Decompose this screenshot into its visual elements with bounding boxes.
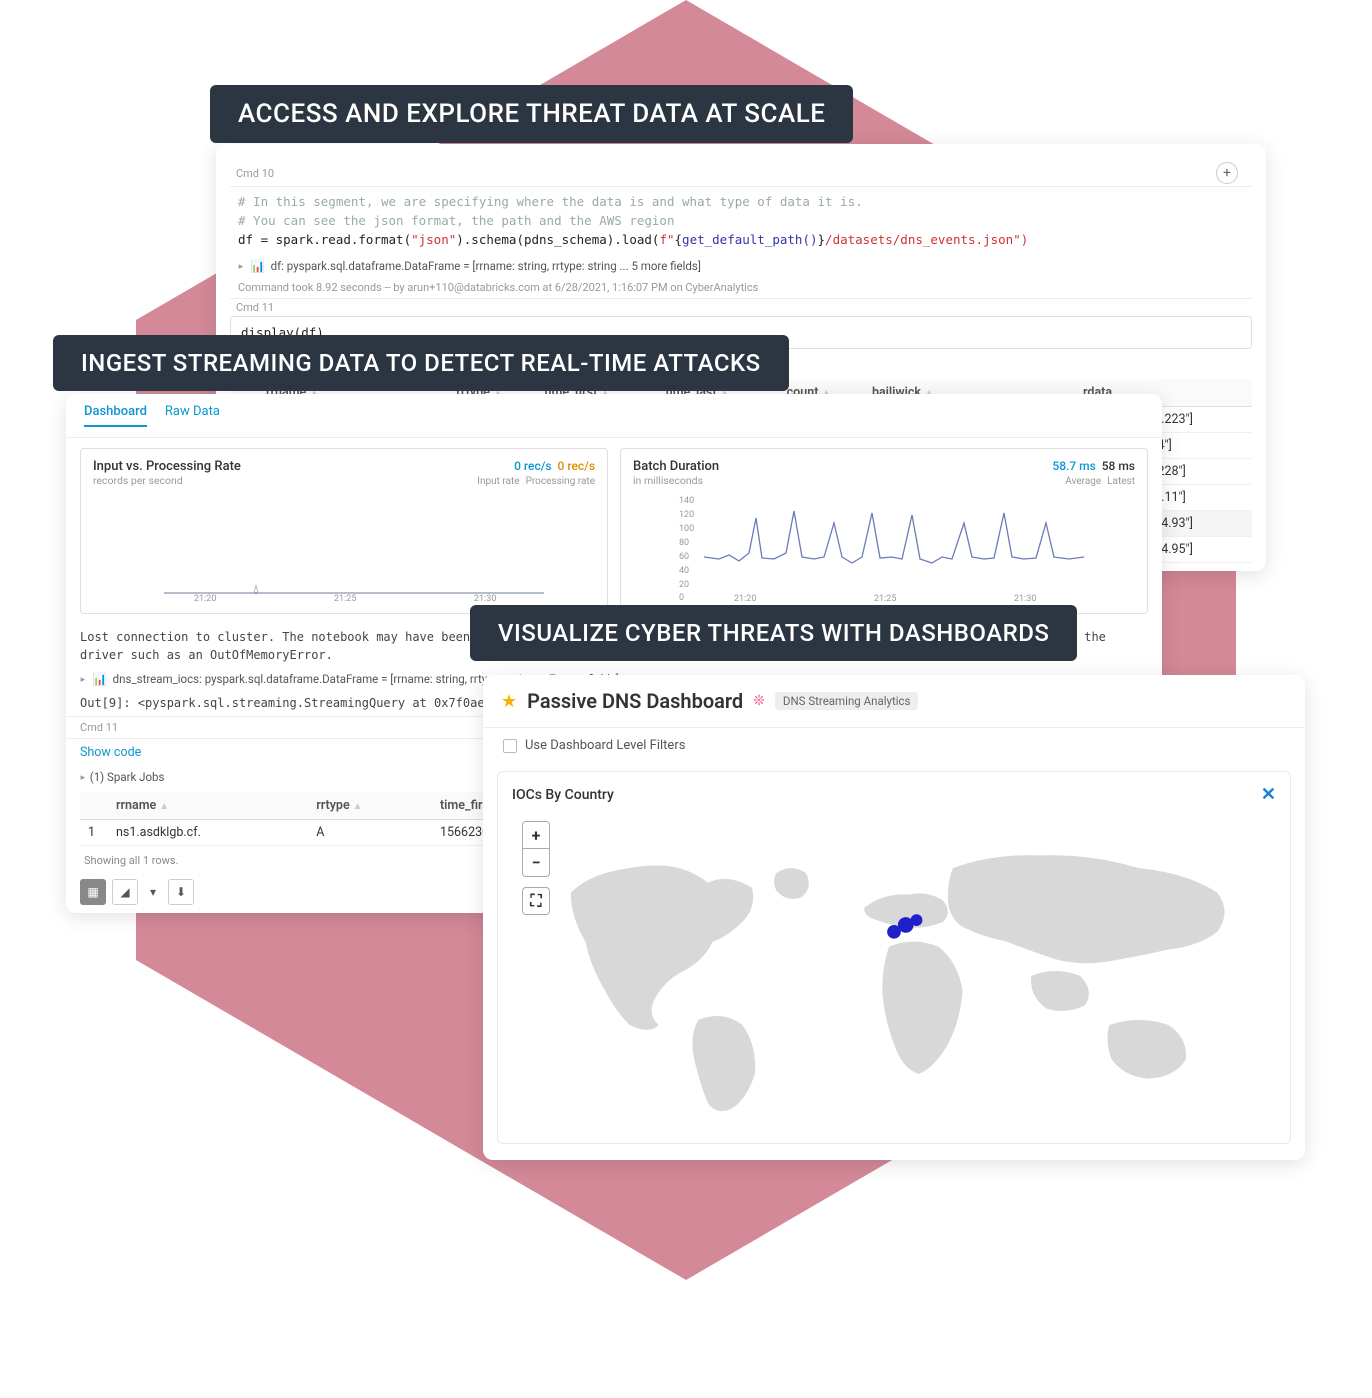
callout-visualize: VISUALIZE CYBER THREATS WITH DASHBOARDS	[470, 605, 1077, 661]
svg-text:60: 60	[679, 552, 689, 562]
df-output: df: pyspark.sql.dataframe.DataFrame = [r…	[271, 259, 701, 273]
svg-text:21:30: 21:30	[1014, 594, 1036, 603]
stat-label: Input rate	[477, 476, 519, 487]
col-rrtype[interactable]: rrtype	[316, 798, 349, 813]
stat-value: 58 ms	[1102, 459, 1135, 473]
map-title: IOCs By Country	[512, 787, 614, 803]
cmd-bar: Cmd 11	[230, 298, 1252, 316]
svg-text:21:25: 21:25	[334, 594, 356, 603]
svg-text:0: 0	[679, 593, 684, 603]
chart-title: Input vs. Processing Rate	[93, 459, 241, 474]
code-string: /datasets/dns_events.json	[825, 232, 1013, 247]
code-string: f"	[659, 232, 674, 247]
dashboard-title: Passive DNS Dashboard	[527, 689, 743, 713]
code-func: get_default_path()	[682, 232, 817, 247]
table-view-button[interactable]: ▦	[80, 879, 106, 905]
svg-text:21:30: 21:30	[474, 594, 496, 603]
tab-dashboard[interactable]: Dashboard	[84, 404, 147, 427]
chart-subtitle: records per second	[93, 474, 241, 487]
cmd-label: Cmd 11	[80, 721, 118, 734]
chart-title: Batch Duration	[633, 459, 719, 474]
chart-options-icon[interactable]: ▾	[144, 879, 162, 905]
svg-text:100: 100	[679, 524, 694, 534]
cmd-label: Cmd 11	[236, 301, 274, 314]
chart-subtitle: in milliseconds	[633, 474, 719, 487]
code-text: df = spark.read.format(	[238, 232, 411, 247]
code-text: ).schema(pdns_schema).load(	[456, 232, 659, 247]
svg-text:120: 120	[679, 510, 694, 520]
code-string: ")	[1013, 232, 1028, 247]
svg-text:80: 80	[679, 538, 689, 548]
code-text: {	[675, 232, 683, 247]
callout-explore: ACCESS AND EXPLORE THREAT DATA AT SCALE	[210, 85, 853, 143]
code-string: "json"	[411, 232, 456, 247]
chart-view-button[interactable]: ◢	[112, 879, 138, 905]
svg-text:21:25: 21:25	[874, 594, 896, 603]
code-text: }	[818, 232, 826, 247]
stat-value: 0 rec/s	[514, 459, 551, 473]
cmd-label: Cmd 10	[236, 167, 274, 180]
code-comment: # You can see the json format, the path …	[238, 213, 675, 228]
sort-icon[interactable]: ▲	[353, 801, 363, 812]
map-card: IOCs By Country ✕ + − ⛶	[497, 771, 1291, 1144]
stat-label: Latest	[1107, 476, 1135, 487]
stat-label: Processing rate	[526, 476, 595, 487]
zoom-in-button[interactable]: +	[522, 821, 550, 849]
chart-batch-duration: Batch Duration in milliseconds 58.7 ms 5…	[620, 448, 1148, 614]
filter-checkbox[interactable]	[503, 739, 517, 753]
svg-text:140: 140	[679, 496, 694, 506]
spark-jobs-link[interactable]: (1) Spark Jobs	[90, 770, 165, 784]
close-icon[interactable]: ✕	[1261, 784, 1276, 805]
add-cell-icon[interactable]: +	[1216, 162, 1238, 184]
download-button[interactable]: ⬇	[168, 879, 194, 905]
sort-icon[interactable]: ▲	[159, 801, 169, 812]
stat-label: Average	[1065, 476, 1101, 487]
svg-text:40: 40	[679, 566, 689, 576]
cmd-bar: Cmd 10 +	[230, 160, 1252, 187]
chart-input-processing: Input vs. Processing Rate records per se…	[80, 448, 608, 614]
svg-text:21:20: 21:20	[194, 594, 216, 603]
svg-text:20: 20	[679, 580, 689, 590]
stat-value: 58.7 ms	[1052, 459, 1095, 473]
tab-rawdata[interactable]: Raw Data	[165, 404, 220, 427]
expand-icon[interactable]: ▸	[239, 261, 244, 272]
dashboard-badge: DNS Streaming Analytics	[775, 692, 919, 710]
cell-meta: Command took 8.92 seconds -- by arun+110…	[230, 277, 1252, 298]
expand-icon[interactable]: ▸	[81, 673, 86, 684]
star-icon[interactable]: ★	[501, 691, 517, 712]
fullscreen-button[interactable]: ⛶	[522, 887, 550, 915]
code-comment: # In this segment, we are specifying whe…	[238, 194, 863, 209]
redash-icon: ❊	[753, 693, 765, 709]
callout-ingest: INGEST STREAMING DATA TO DETECT REAL-TIM…	[53, 335, 789, 391]
stat-value: 0 rec/s	[558, 459, 595, 473]
world-map[interactable]: + − ⛶	[512, 811, 1276, 1131]
expand-icon[interactable]: ▸	[81, 771, 86, 782]
col-rrname[interactable]: rrname	[116, 798, 156, 813]
filter-label: Use Dashboard Level Filters	[525, 738, 685, 753]
svg-text:21:20: 21:20	[734, 594, 756, 603]
dashboard-panel: ★ Passive DNS Dashboard ❊ DNS Streaming …	[483, 675, 1305, 1160]
code-cell[interactable]: # In this segment, we are specifying whe…	[230, 187, 1252, 255]
zoom-out-button[interactable]: −	[522, 849, 550, 877]
